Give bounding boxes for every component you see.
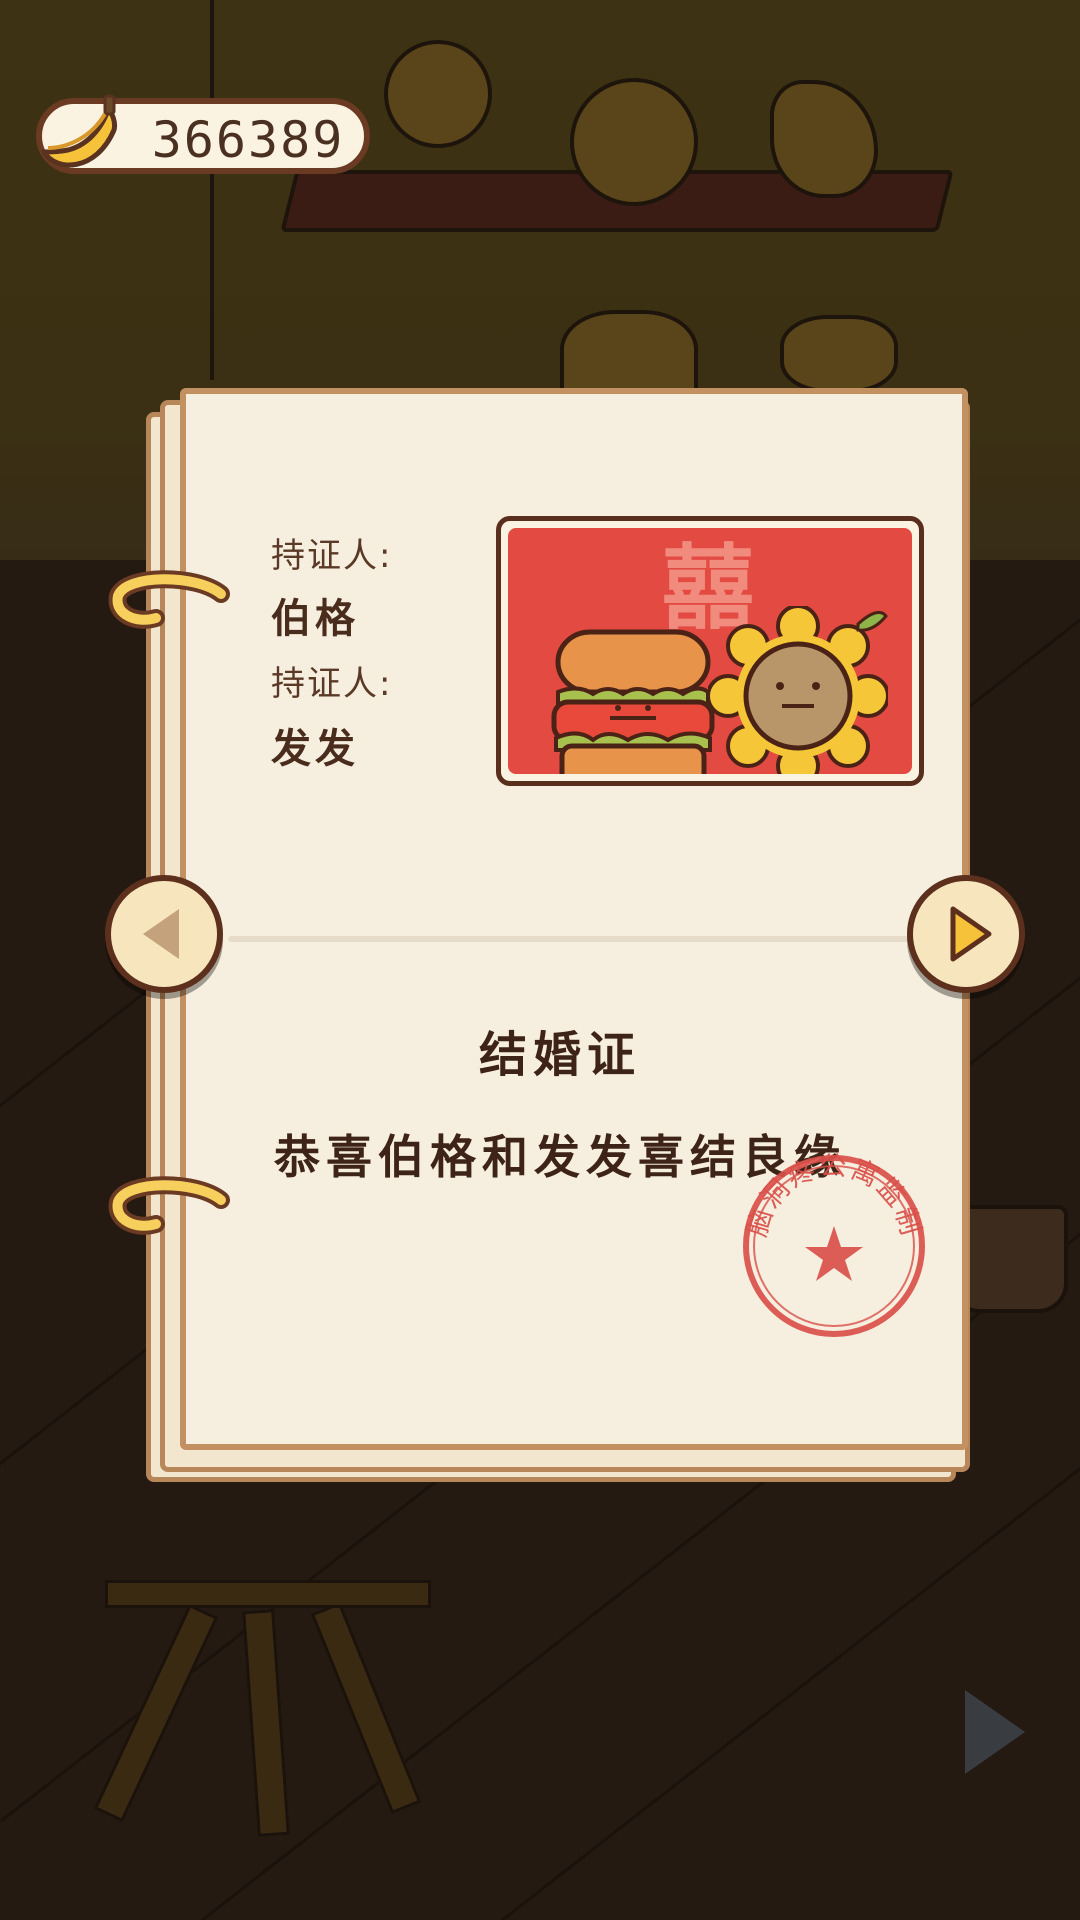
binder-ring-icon: [108, 570, 230, 629]
next-page-button[interactable]: [907, 875, 1025, 993]
official-seal-stamp: 脑洞疼公寓监制: [742, 1152, 925, 1337]
couple-photo: 囍: [496, 516, 924, 786]
triangle-left-icon: [143, 909, 179, 959]
background-wall-line: [210, 0, 214, 380]
trophy-medal-icon: [570, 78, 698, 206]
banana-count: 366389: [151, 111, 345, 169]
prev-page-button[interactable]: [105, 875, 223, 993]
burger-character-icon: [551, 629, 715, 774]
page-fold-line: [228, 936, 958, 942]
easel-bar: [105, 1580, 431, 1608]
background-next-arrow-icon: [965, 1690, 1025, 1774]
trophy-bone-icon: [780, 315, 898, 393]
sunflower-character-icon: [708, 606, 888, 774]
trophy-ball-icon: [384, 40, 492, 148]
certificate-title: 结婚证: [478, 1027, 641, 1083]
holder-2-name: 发发: [271, 726, 359, 772]
holder-1-label: 持证人:: [271, 536, 393, 576]
holder-2-label: 持证人:: [271, 664, 393, 704]
banana-icon: [41, 94, 117, 168]
triangle-right-icon: [950, 906, 992, 962]
holder-1-name: 伯格: [271, 596, 359, 642]
